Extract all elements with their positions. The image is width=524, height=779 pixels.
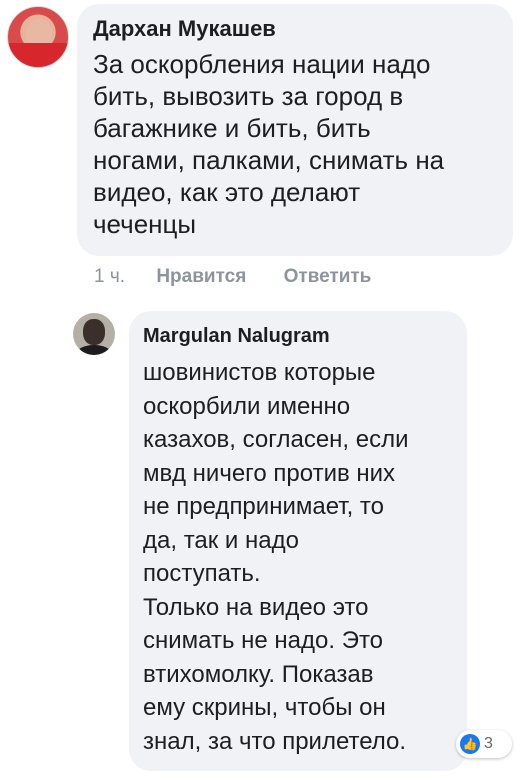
comment-author[interactable]: Margulan Nalugram (143, 325, 453, 348)
comment-author[interactable]: Дархан Мукашев (93, 16, 497, 42)
like-icon: 👍 (460, 734, 480, 754)
comment-actions: 1 ч. Нравится Ответить (94, 266, 371, 288)
comment-text: За оскорбления нации надо бить, вывозить… (93, 49, 445, 239)
like-button[interactable]: Нравится (156, 266, 246, 288)
avatar-body (77, 345, 111, 355)
reaction-count: 3 (484, 735, 493, 752)
comment-bubble: Margulan Nalugram шовинистов которые оск… (129, 311, 467, 771)
comment-text: шовинистов которые оскорбили именно каза… (143, 359, 409, 755)
avatar-shirt (8, 43, 68, 67)
avatar[interactable] (7, 6, 69, 68)
reply-button[interactable]: Ответить (284, 266, 372, 288)
comment-bubble: Дархан Мукашев За оскорбления нации надо… (77, 4, 513, 256)
reaction-summary[interactable]: 👍 3 (456, 730, 512, 758)
avatar[interactable] (73, 313, 115, 355)
avatar-head (83, 319, 105, 345)
comment-timestamp[interactable]: 1 ч. (94, 266, 125, 288)
